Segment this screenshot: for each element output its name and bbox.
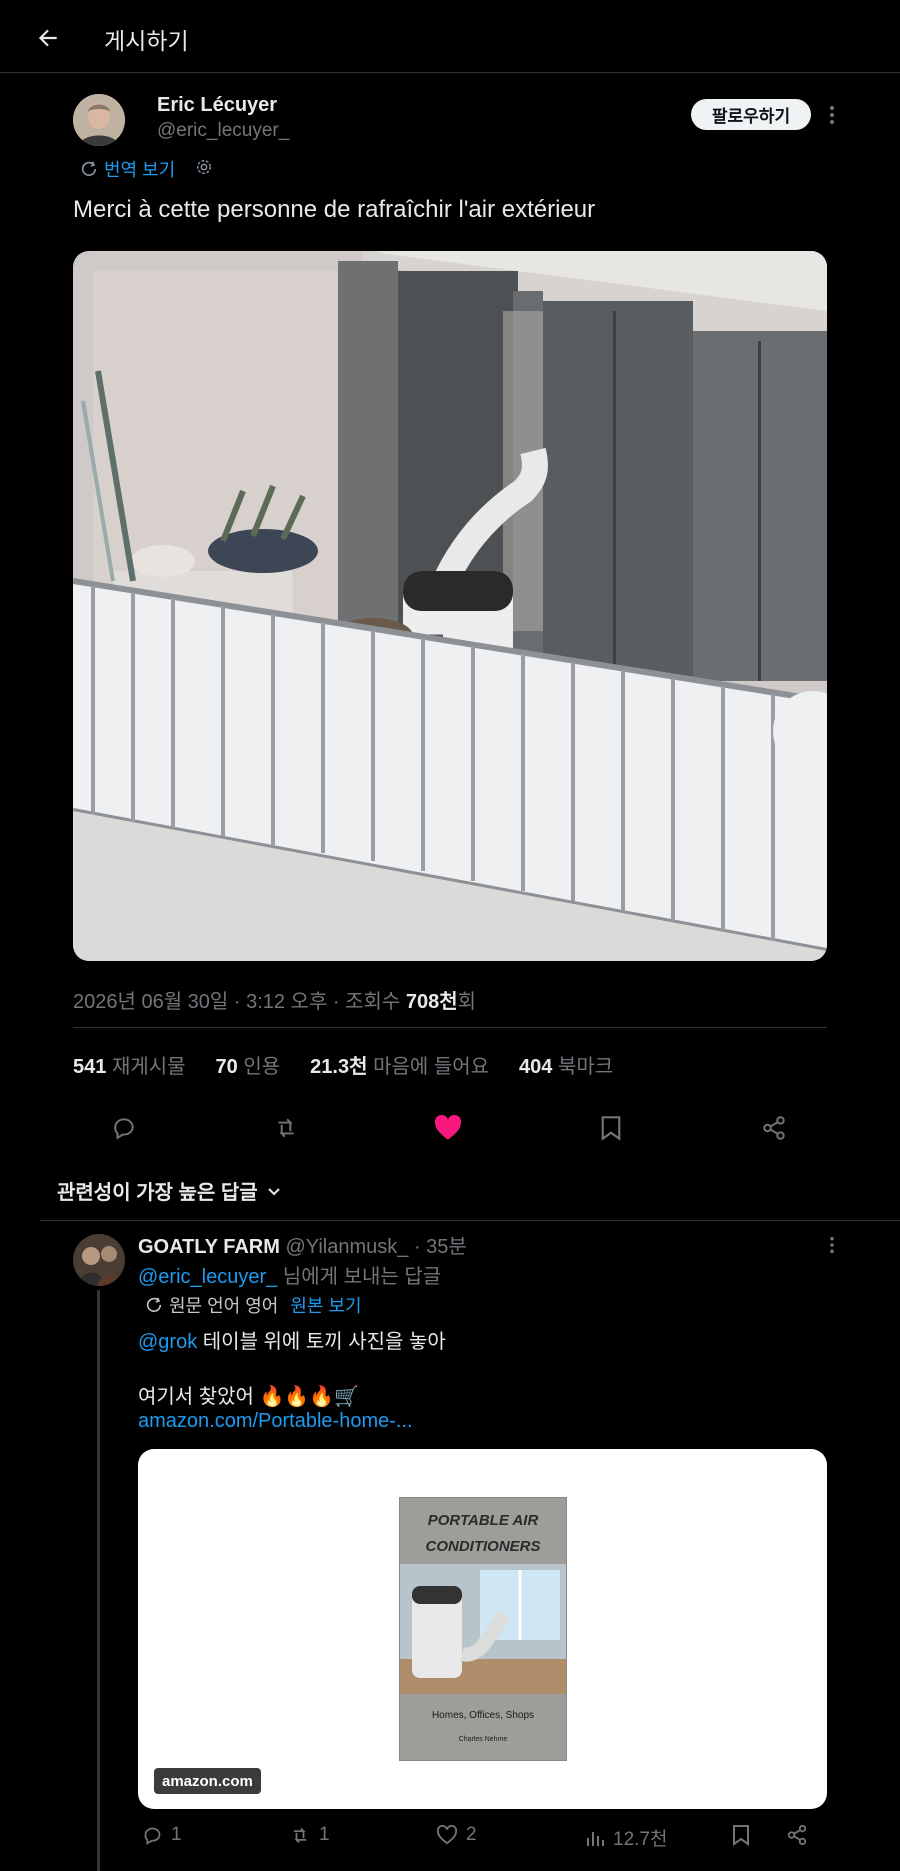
stats-top-divider (73, 1027, 827, 1028)
share-icon (763, 1116, 785, 1140)
more-icon (830, 1236, 834, 1254)
reply-repost-button[interactable]: 1 (289, 1824, 330, 1846)
book-title-line2: CONDITIONERS (425, 1538, 541, 1555)
sort-divider (40, 1220, 900, 1221)
post-timestamp: 2026년 06월 30일 · 3:12 오후 · 조회수 708천회 (73, 985, 476, 1014)
reply-avatar[interactable] (73, 1234, 125, 1286)
post-image[interactable] (73, 251, 827, 961)
reply-icon (144, 1827, 161, 1845)
reply-header: GOATLY FARM @Yilanmusk_ · 35분 (138, 1230, 467, 1259)
reply-author-name[interactable]: GOATLY FARM (138, 1236, 280, 1258)
reply-translate-row: 원문 언어 영어 원본 보기 (145, 1292, 362, 1318)
show-original-link[interactable]: 원본 보기 (290, 1292, 361, 1318)
more-icon (830, 106, 834, 124)
reposts-label: 재게시물 (111, 1056, 186, 1078)
reply-views-count: 12.7천 (613, 1829, 668, 1850)
reposts-stat[interactable]: 541 재게시물 (73, 1050, 186, 1079)
heart-icon (434, 1115, 462, 1140)
source-language-label: 원문 언어 영어 (169, 1296, 279, 1316)
link-card[interactable]: PORTABLE AIR CONDITIONERS Homes, Offices… (138, 1449, 827, 1809)
thread-line (97, 1290, 100, 1871)
translate-icon (81, 161, 97, 177)
reply-share-button[interactable] (786, 1824, 808, 1846)
reply-reply-count: 1 (171, 1824, 182, 1845)
bookmarks-label: 북마크 (557, 1056, 614, 1078)
back-arrow-icon (38, 29, 57, 47)
likes-stat[interactable]: 21.3천 마음에 들어요 (310, 1050, 489, 1079)
reposts-count: 541 (73, 1056, 107, 1078)
book-cover: PORTABLE AIR CONDITIONERS Homes, Offices… (399, 1497, 567, 1761)
reply-reply-button[interactable]: 1 (142, 1824, 182, 1846)
quotes-count: 70 (215, 1056, 238, 1078)
replying-to: @eric_lecuyer_ 님에게 보내는 답글 (138, 1260, 441, 1289)
reply-repost-count: 1 (319, 1824, 330, 1845)
reply-time[interactable]: · 35분 (414, 1236, 467, 1258)
views-suffix: 회 (457, 991, 477, 1013)
card-domain-badge: amazon.com (154, 1768, 261, 1794)
follow-button[interactable]: 팔로우하기 (691, 99, 811, 130)
book-illustration (400, 1564, 566, 1694)
back-button[interactable] (30, 20, 66, 56)
translate-label: 번역 보기 (104, 160, 176, 180)
reply-text-line1: @grok 테이블 위에 토끼 사진을 놓아 (138, 1325, 446, 1354)
author-name[interactable]: Eric Lécuyer (157, 94, 277, 117)
book-author: Charles Nehme (458, 1736, 508, 1743)
replies-sort-label: 관련성이 가장 높은 답글 (57, 1182, 258, 1204)
quotes-label: 인용 (243, 1056, 281, 1078)
follow-button-label: 팔로우하기 (711, 107, 791, 126)
reply-more-button[interactable] (820, 1232, 844, 1258)
reply-url[interactable]: amazon.com/Portable-home-... (138, 1410, 413, 1433)
likes-count: 21.3천 (310, 1056, 368, 1078)
post-stats: 541 재게시물 70 인용 21.3천 마음에 들어요 404 북마크 (73, 1050, 613, 1079)
reply-views-button[interactable]: 12.7천 (585, 1824, 667, 1851)
bookmark-icon (601, 1116, 621, 1141)
bookmarks-count: 404 (519, 1056, 553, 1078)
repost-button[interactable] (268, 1110, 304, 1146)
bookmarks-stat[interactable]: 404 북마크 (519, 1050, 613, 1079)
reply-bookmark-button[interactable] (732, 1824, 750, 1846)
reply-like-count: 2 (466, 1824, 477, 1845)
reply-author-handle[interactable]: @Yilanmusk_ (285, 1236, 408, 1258)
page-title: 게시하기 (104, 28, 189, 54)
translate-link[interactable]: 번역 보기 (80, 156, 175, 182)
timestamp-text: 2026년 06월 30일 · 3:12 오후 · 조회수 (73, 991, 406, 1013)
repost-icon (278, 1118, 294, 1138)
author-avatar[interactable] (73, 94, 125, 146)
book-subtitle: Homes, Offices, Shops (431, 1710, 535, 1721)
likes-label: 마음에 들어요 (373, 1056, 490, 1078)
book-title-line1: PORTABLE AIR (427, 1512, 539, 1529)
translate-icon (146, 1297, 162, 1313)
bookmark-button[interactable] (593, 1110, 629, 1146)
heart-icon (436, 1825, 458, 1845)
post-text: Merci à cette personne de rafraîchir l'a… (73, 196, 596, 223)
reply-icon (114, 1118, 134, 1140)
reply-button[interactable] (106, 1110, 142, 1146)
bookmark-icon (733, 1825, 749, 1846)
replying-to-suffix: 님에게 보내는 답글 (277, 1266, 442, 1288)
like-button[interactable] (430, 1110, 466, 1146)
reply-mention[interactable]: @grok (138, 1331, 197, 1353)
replying-to-handle[interactable]: @eric_lecuyer_ (138, 1266, 277, 1288)
card-domain: amazon.com (162, 1772, 253, 1790)
quotes-stat[interactable]: 70 인용 (216, 1050, 281, 1079)
share-icon (787, 1824, 807, 1846)
author-handle[interactable]: @eric_lecuyer_ (157, 120, 289, 142)
chevron-down-icon (267, 1187, 280, 1195)
reply-like-button[interactable]: 2 (436, 1824, 477, 1846)
replies-sort-dropdown[interactable]: 관련성이 가장 높은 답글 (57, 1176, 282, 1205)
views-count: 708천 (405, 991, 458, 1013)
repost-icon (293, 1827, 307, 1843)
post-more-button[interactable] (820, 100, 844, 130)
share-button[interactable] (756, 1110, 792, 1146)
reply-text-1: 테이블 위에 토끼 사진을 놓아 (197, 1331, 446, 1353)
translate-settings-button[interactable] (193, 156, 215, 178)
gear-icon (196, 159, 212, 175)
views-icon (587, 1831, 604, 1846)
header-divider (0, 72, 900, 73)
reply-text-2: 여기서 찾았어 🔥🔥🔥🛒 (138, 1386, 360, 1408)
